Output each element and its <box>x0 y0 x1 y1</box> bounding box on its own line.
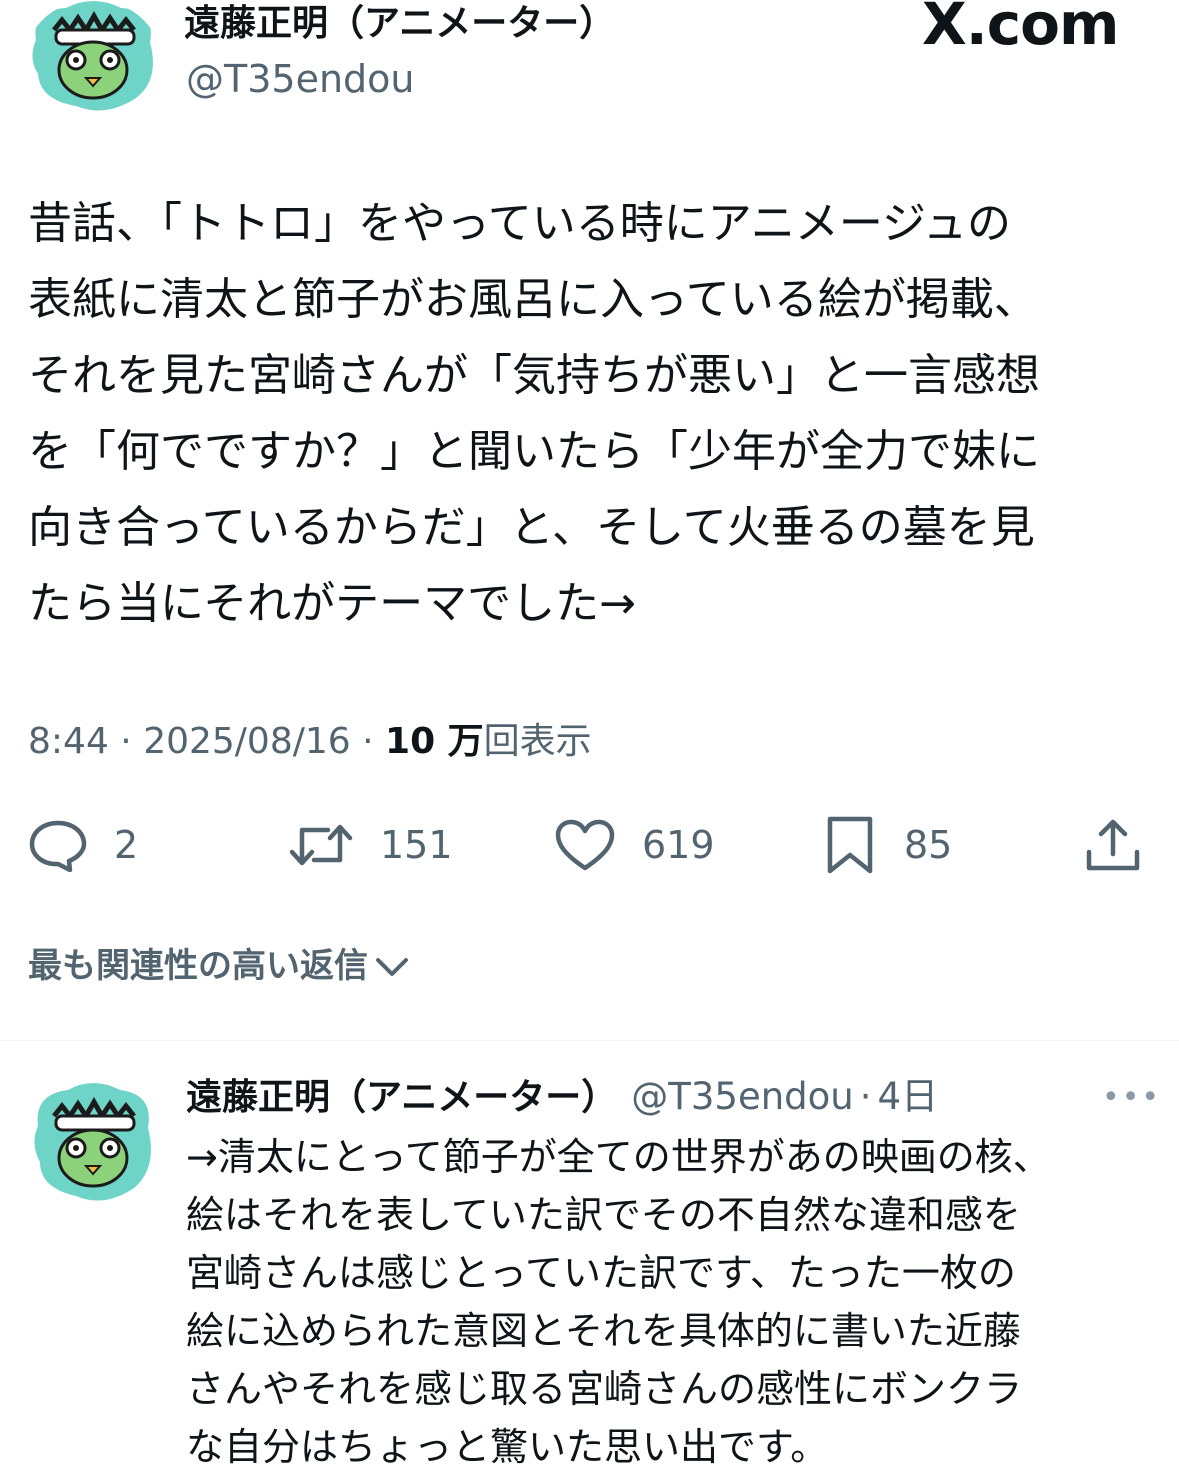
reply-author-handle[interactable]: @T35endou <box>631 1074 853 1120</box>
retweet-button[interactable]: 151 <box>288 818 453 872</box>
more-dots-icon[interactable]: ••• <box>1102 1080 1161 1115</box>
x-logo: X.com <box>922 0 1119 58</box>
like-button[interactable]: 619 <box>554 818 715 872</box>
reply-header: 遠藤正明（アニメーター） @T35endou · 4日 <box>186 1074 938 1121</box>
tweet-date[interactable]: 2025/08/16 <box>143 721 351 762</box>
tweet-line: 昔話、「トトロ」をやっている時にアニメージュの <box>28 198 1011 249</box>
retweet-icon <box>289 824 353 866</box>
tweet-line: 向き合っているからだ」と、そして火垂るの墓を見 <box>28 502 1035 553</box>
views-label: 回表示 <box>483 721 592 762</box>
reply-line: 宮崎さんは感じとっていた訳です、たった一枚の <box>186 1251 1016 1295</box>
retweet-count: 151 <box>380 823 453 867</box>
author-handle[interactable]: @T35endou <box>186 56 414 102</box>
kappa-avatar-icon <box>26 0 160 116</box>
kappa-avatar-icon <box>26 1076 160 1210</box>
meta-separator: · <box>108 721 144 762</box>
tweet-time[interactable]: 8:44 <box>28 721 109 762</box>
reply-sort-toggle[interactable]: 最も関連性の高い返信 <box>28 944 410 988</box>
reply-line: →清太にとって節子が全ての世界があの映画の核、 <box>186 1135 1051 1179</box>
reply-line: 絵に込められた意図とそれを具体的に書いた近藤 <box>186 1309 1021 1353</box>
reply-count: 2 <box>114 823 139 867</box>
comment-bubble-icon <box>29 820 87 872</box>
author-avatar[interactable] <box>26 0 160 116</box>
tweet-line: を「何でですか？」と聞いたら「少年が全力で妹に <box>28 426 1040 477</box>
bookmark-icon <box>827 816 873 874</box>
author-name[interactable]: 遠藤正明（アニメーター） <box>184 2 615 46</box>
heart-icon <box>555 819 615 871</box>
reply-line: 絵はそれを表していた訳でその不自然な違和感を <box>186 1193 1021 1237</box>
tweet-line: たら当にそれがテーマでした→ <box>28 578 636 629</box>
tweet-line: それを見た宮崎さんが「気持ちが悪い」と一言感想 <box>28 350 1040 401</box>
views-count: 10 万 <box>385 721 484 762</box>
section-divider <box>0 1040 1179 1041</box>
meta-separator: · <box>859 1075 872 1118</box>
bookmark-count: 85 <box>904 823 953 867</box>
tweet-meta: 8:44 · 2025/08/16 · 10 万回表示 <box>28 720 592 764</box>
reply-author-avatar[interactable] <box>26 1076 160 1210</box>
bookmark-button[interactable]: 85 <box>822 815 952 875</box>
reply-line: な自分はちょっと驚いた思い出です。 <box>186 1425 829 1469</box>
reply-time[interactable]: 4日 <box>878 1074 939 1120</box>
share-button[interactable] <box>1084 818 1142 876</box>
reply-button[interactable]: 2 <box>28 818 138 872</box>
tweet-text: 昔話、「トトロ」をやっている時にアニメージュの 表紙に清太と節子がお風呂に入って… <box>28 186 1143 642</box>
reply-sort-label: 最も関連性の高い返信 <box>28 946 368 986</box>
like-count: 619 <box>642 823 715 867</box>
share-icon <box>1086 819 1140 871</box>
chevron-down-icon <box>376 958 408 976</box>
reply-line: さんやそれを感じ取る宮崎さんの感性にボンクラ <box>186 1367 1023 1411</box>
meta-separator: · <box>350 721 386 762</box>
tweet-line: 表紙に清太と節子がお風呂に入っている絵が掲載、 <box>28 274 1038 325</box>
reply-author-name[interactable]: 遠藤正明（アニメーター） <box>186 1075 617 1121</box>
reply-text: →清太にとって節子が全ての世界があの映画の核、 絵はそれを表していた訳でその不自… <box>186 1128 1126 1476</box>
